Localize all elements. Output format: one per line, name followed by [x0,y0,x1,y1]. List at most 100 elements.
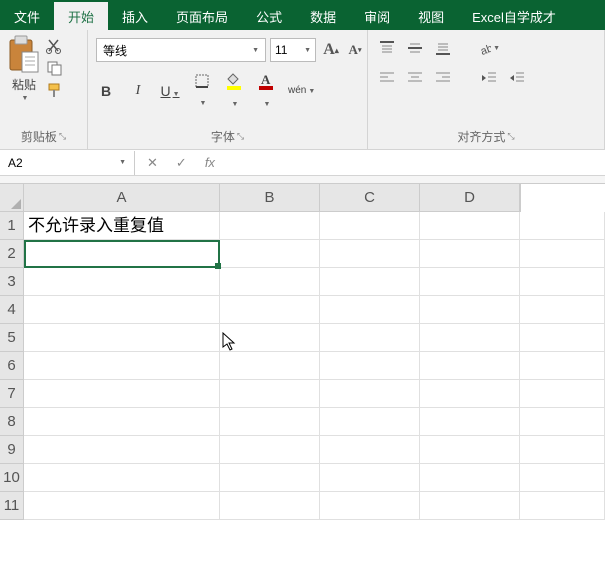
fill-color-button[interactable]: ▼ [224,72,244,109]
cell[interactable] [220,408,320,436]
align-bottom-icon[interactable] [432,38,454,58]
cell[interactable] [320,240,420,268]
paste-icon[interactable] [6,34,42,74]
col-header[interactable]: A [24,184,220,212]
dialog-launcher-icon[interactable]: ⤡ [59,131,66,142]
cell[interactable] [220,268,320,296]
row-header[interactable]: 6 [0,352,24,380]
cell[interactable] [420,240,520,268]
name-box[interactable]: A2▼ [0,151,135,175]
cell[interactable]: 不允许录入重复值 [24,212,220,240]
confirm-icon[interactable]: ✓ [176,155,187,171]
align-left-icon[interactable] [376,68,398,88]
cell[interactable] [520,240,605,268]
cell[interactable] [420,380,520,408]
formula-input[interactable] [227,150,605,175]
cell[interactable] [24,464,220,492]
bold-button[interactable]: B [96,83,116,99]
cell[interactable] [420,296,520,324]
cell[interactable] [420,492,520,520]
phonetic-button[interactable]: wén▼ [288,85,308,96]
cell[interactable] [420,324,520,352]
cell[interactable] [420,408,520,436]
cell[interactable] [520,436,605,464]
row-header[interactable]: 3 [0,268,24,296]
orientation-icon[interactable]: ab▼ [478,38,500,58]
cell[interactable] [220,380,320,408]
cell[interactable] [320,268,420,296]
underline-button[interactable]: U▼ [160,83,180,99]
font-color-button[interactable]: A▼ [256,72,276,109]
cell[interactable] [320,380,420,408]
cell[interactable] [520,324,605,352]
cell[interactable] [220,464,320,492]
shrink-font-icon[interactable]: A▾ [344,39,366,61]
font-size-select[interactable]: 11▼ [270,38,316,62]
cell[interactable] [24,240,220,268]
cell[interactable] [24,268,220,296]
chevron-down-icon[interactable]: ▼ [22,95,29,102]
cell[interactable] [520,408,605,436]
paste-label[interactable]: 粘贴 [12,76,36,93]
cell[interactable] [320,296,420,324]
tab-file[interactable]: 文件 [0,2,54,30]
grow-font-icon[interactable]: A▴ [320,39,342,61]
select-all-corner[interactable] [0,184,24,212]
cell[interactable] [220,492,320,520]
row-header[interactable]: 9 [0,436,24,464]
align-center-icon[interactable] [404,68,426,88]
cell[interactable] [320,408,420,436]
cell[interactable] [520,380,605,408]
indent-increase-icon[interactable] [506,68,528,88]
cell[interactable] [320,324,420,352]
align-top-icon[interactable] [376,38,398,58]
row-header[interactable]: 1 [0,212,24,240]
tab-review[interactable]: 审阅 [350,2,404,30]
row-header[interactable]: 7 [0,380,24,408]
cell[interactable] [24,296,220,324]
cell[interactable] [420,464,520,492]
cell[interactable] [220,212,320,240]
tab-insert[interactable]: 插入 [108,2,162,30]
cell[interactable] [320,436,420,464]
cell[interactable] [220,296,320,324]
tab-layout[interactable]: 页面布局 [162,2,242,30]
cell[interactable] [520,352,605,380]
col-header[interactable] [520,184,521,212]
cell[interactable] [24,380,220,408]
dialog-launcher-icon[interactable]: ⤡ [237,131,244,142]
tab-help[interactable]: Excel自学成才 [458,2,570,30]
tab-formula[interactable]: 公式 [242,2,296,30]
cell[interactable] [320,492,420,520]
tab-data[interactable]: 数据 [296,2,350,30]
dialog-launcher-icon[interactable]: ⤡ [507,131,514,142]
cell[interactable] [420,268,520,296]
cell[interactable] [320,212,420,240]
cell[interactable] [520,492,605,520]
align-middle-icon[interactable] [404,38,426,58]
fx-icon[interactable]: fx [205,155,215,170]
col-header[interactable]: C [320,184,420,212]
row-header[interactable]: 4 [0,296,24,324]
col-header[interactable]: D [420,184,520,212]
italic-button[interactable]: I [128,83,148,99]
cell[interactable] [420,212,520,240]
cell[interactable] [220,324,320,352]
row-header[interactable]: 10 [0,464,24,492]
row-header[interactable]: 11 [0,492,24,520]
cell[interactable] [24,352,220,380]
row-header[interactable]: 2 [0,240,24,268]
cell[interactable] [24,408,220,436]
copy-icon[interactable] [46,60,66,76]
cut-icon[interactable] [46,38,66,54]
align-right-icon[interactable] [432,68,454,88]
cell[interactable] [520,268,605,296]
cell[interactable] [220,240,320,268]
cell[interactable] [420,352,520,380]
cell[interactable] [220,352,320,380]
tab-home[interactable]: 开始 [54,2,108,30]
cell[interactable] [520,212,605,240]
cell[interactable] [24,436,220,464]
font-name-select[interactable]: 等线▼ [96,38,266,62]
row-header[interactable]: 5 [0,324,24,352]
